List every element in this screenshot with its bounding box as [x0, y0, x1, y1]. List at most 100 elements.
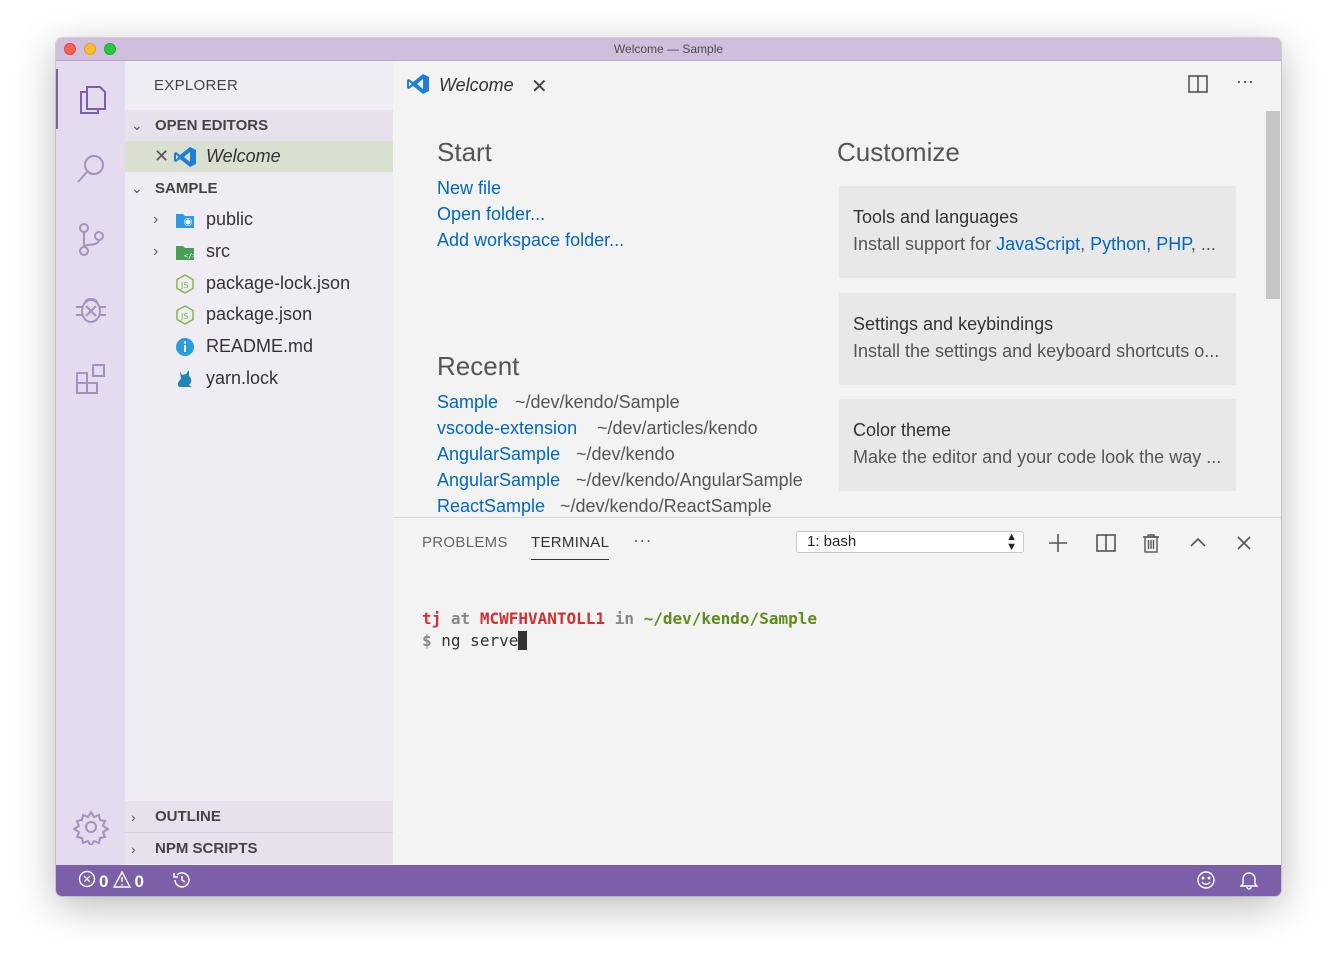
error-icon [78, 870, 96, 893]
chevron-down-icon: ⌄ [131, 117, 143, 133]
recent-item-link[interactable]: vscode-extension [437, 418, 577, 439]
split-editor-icon[interactable] [1186, 73, 1210, 97]
javascript-link[interactable]: JavaScript [996, 234, 1080, 254]
debug-icon[interactable] [56, 279, 125, 339]
search-icon[interactable] [56, 139, 125, 199]
outline-label: OUTLINE [155, 808, 221, 825]
php-link[interactable]: PHP [1156, 234, 1191, 254]
nodejs-file-icon: JS [175, 304, 195, 325]
close-icon[interactable]: ✕ [531, 74, 548, 99]
terminal-output[interactable]: tj at MCWFHVANTOLL1 in ~/dev/kendo/Sampl… [422, 608, 817, 652]
close-panel-icon[interactable] [1231, 530, 1257, 556]
editor-scrollbar[interactable] [1266, 111, 1280, 299]
tree-item-package-json[interactable]: JS package.json [125, 299, 393, 330]
select-arrows-icon: ▲ ▼ [1006, 531, 1017, 553]
info-icon [175, 337, 195, 357]
settings-gear-icon[interactable] [56, 797, 125, 857]
close-icon[interactable]: ✕ [154, 146, 169, 167]
tree-item-public[interactable]: › public [125, 204, 393, 235]
recent-item-link[interactable]: Sample [437, 392, 498, 413]
tab-bar: Welcome ✕ ··· [393, 61, 1281, 109]
terminal-select[interactable]: 1: bash ▲ ▼ [796, 531, 1024, 553]
card-desc-prefix: Install support for [853, 234, 997, 254]
svg-text:</>: </> [184, 252, 195, 260]
color-theme-card[interactable]: Color theme Make the editor and your cod… [839, 399, 1236, 491]
warning-icon [113, 870, 132, 893]
tree-item-label: yarn.lock [206, 368, 279, 388]
sample-folder-header[interactable]: ⌄ SAMPLE [125, 173, 393, 204]
maximize-panel-icon[interactable] [1185, 530, 1211, 556]
sidebar-title: EXPLORER [154, 77, 239, 94]
recent-item-path: ~/dev/kendo/ReactSample [560, 496, 772, 516]
svg-text:JS: JS [180, 312, 188, 321]
card-title: Tools and languages [853, 207, 1019, 227]
history-icon[interactable] [172, 870, 192, 890]
customize-heading: Customize [837, 137, 960, 167]
open-editor-label: Welcome [206, 146, 281, 166]
card-description: Install the settings and keyboard shortc… [853, 341, 1220, 361]
tab-welcome[interactable]: Welcome ✕ [393, 61, 561, 109]
trash-icon[interactable] [1138, 530, 1164, 556]
tree-item-package-lock[interactable]: JS package-lock.json [125, 268, 393, 299]
tree-item-label: package.json [206, 304, 313, 324]
new-file-link[interactable]: New file [437, 178, 501, 199]
terminal-select-value: 1: bash [807, 533, 857, 550]
explorer-sidebar: EXPLORER ⌄ OPEN EDITORS ✕ Welcome ⌄ SAMP… [125, 61, 393, 865]
svg-text:JS: JS [180, 281, 188, 290]
problems-status[interactable]: 0 0 [78, 870, 144, 893]
tree-item-src[interactable]: › </> src [125, 236, 393, 267]
yarn-cat-icon [175, 369, 195, 389]
split-terminal-icon[interactable] [1093, 530, 1119, 556]
terminal-at: at [450, 609, 471, 628]
tree-item-readme[interactable]: README.md [125, 331, 393, 362]
open-editor-item-welcome[interactable]: ✕ Welcome [125, 141, 393, 172]
recent-item-link[interactable]: AngularSample [437, 470, 560, 491]
vscode-logo-icon [406, 73, 430, 100]
extensions-icon[interactable] [56, 349, 125, 409]
npm-scripts-label: NPM SCRIPTS [155, 840, 258, 857]
open-folder-link[interactable]: Open folder... [437, 204, 545, 225]
workspace-label: SAMPLE [155, 180, 218, 197]
notifications-bell-icon[interactable] [1240, 870, 1258, 890]
terminal-command: ng serve [441, 631, 519, 650]
start-heading: Start [437, 137, 492, 167]
python-link[interactable]: Python [1090, 234, 1146, 254]
recent-item-link[interactable]: AngularSample [437, 444, 560, 465]
tools-languages-card[interactable]: Tools and languages Install support for … [839, 186, 1236, 278]
card-title: Color theme [853, 420, 952, 440]
nodejs-file-icon: JS [175, 273, 195, 294]
panel-more-icon[interactable]: ··· [633, 530, 652, 551]
source-control-icon[interactable] [56, 209, 125, 269]
chevron-right-icon: › [153, 242, 159, 260]
card-title: Settings and keybindings [853, 314, 1054, 334]
open-editors-header[interactable]: ⌄ OPEN EDITORS [125, 110, 393, 141]
feedback-smiley-icon[interactable] [1196, 870, 1216, 890]
add-workspace-folder-link[interactable]: Add workspace folder... [437, 230, 624, 251]
chevron-right-icon: › [131, 808, 136, 825]
activity-bar [56, 61, 125, 865]
npm-scripts-header[interactable]: › NPM SCRIPTS [125, 832, 393, 864]
explorer-icon[interactable] [56, 69, 125, 129]
terminal-user: tj [422, 609, 442, 628]
chevron-right-icon: › [153, 210, 159, 228]
terminal-prompt: $ [422, 631, 432, 650]
settings-keybindings-card[interactable]: Settings and keybindings Install the set… [839, 293, 1236, 385]
recent-item-link[interactable]: ReactSample [437, 496, 545, 517]
tree-item-yarn-lock[interactable]: yarn.lock [125, 363, 393, 394]
new-terminal-icon[interactable] [1045, 530, 1071, 556]
tree-item-label: package-lock.json [206, 273, 351, 293]
tab-terminal[interactable]: TERMINAL [531, 534, 610, 560]
tab-problems[interactable]: PROBLEMS [422, 534, 508, 551]
recent-item-path: ~/dev/kendo [576, 444, 675, 464]
card-description: Make the editor and your code look the w… [853, 447, 1222, 467]
warning-count: 0 [134, 871, 144, 891]
tree-item-label: public [206, 209, 254, 229]
card-desc-separator: , [1146, 234, 1157, 254]
status-bar: 0 0 [56, 865, 1281, 896]
tab-label: Welcome [439, 75, 514, 95]
more-actions-icon[interactable]: ··· [1233, 71, 1257, 95]
title-bar: Welcome — Sample [56, 38, 1281, 61]
outline-header[interactable]: › OUTLINE [125, 801, 393, 832]
card-description: Install support for JavaScript, Python , … [853, 234, 1216, 255]
card-desc-separator: , [1080, 234, 1091, 254]
